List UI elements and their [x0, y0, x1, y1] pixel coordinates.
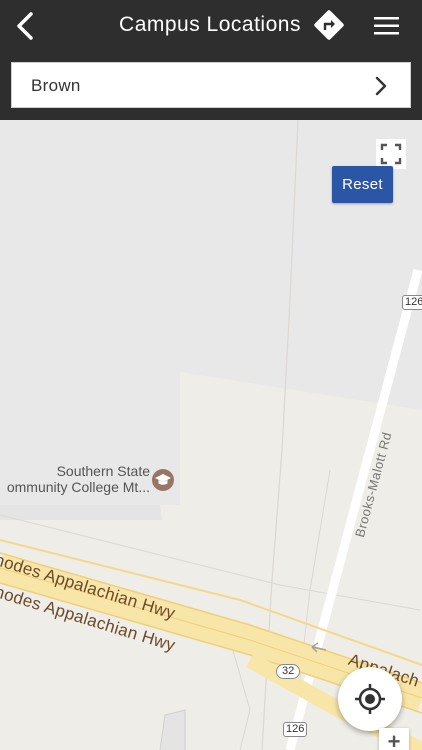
map-view[interactable]: Southern State ommunity College Mt... ho…: [0, 120, 422, 750]
hamburger-menu-icon: [374, 17, 399, 35]
my-location-button[interactable]: [338, 667, 402, 731]
menu-button[interactable]: [372, 12, 402, 40]
chevron-left-icon: [17, 12, 33, 40]
app-header: Campus Locations: [0, 0, 422, 52]
poi-name-line1: Southern State: [56, 463, 150, 479]
campus-inner-lot: [0, 505, 162, 520]
my-location-icon: [355, 684, 385, 714]
reset-button[interactable]: Reset: [332, 166, 393, 203]
route-shield-32: 32: [276, 664, 301, 679]
directions-icon: [314, 10, 344, 40]
campus-selector-label: Brown: [31, 76, 81, 95]
poi-name-line2: ommunity College Mt...: [6, 479, 150, 495]
back-button[interactable]: [8, 8, 42, 44]
route-shield-126: 126: [283, 722, 308, 737]
chevron-right-icon: [375, 76, 387, 96]
campus-selector[interactable]: Brown: [11, 62, 411, 108]
poi-label[interactable]: Southern State ommunity College Mt...: [7, 463, 150, 495]
zoom-in-button[interactable]: +: [379, 728, 409, 750]
fullscreen-button[interactable]: [376, 139, 406, 169]
route-shield-126: 126: [402, 295, 422, 310]
directions-button[interactable]: [313, 9, 345, 41]
campus-selector-bar: Brown: [0, 52, 422, 120]
page-title: Campus Locations: [119, 13, 301, 36]
graduation-cap-icon[interactable]: [151, 468, 175, 492]
fullscreen-icon: [380, 143, 402, 165]
